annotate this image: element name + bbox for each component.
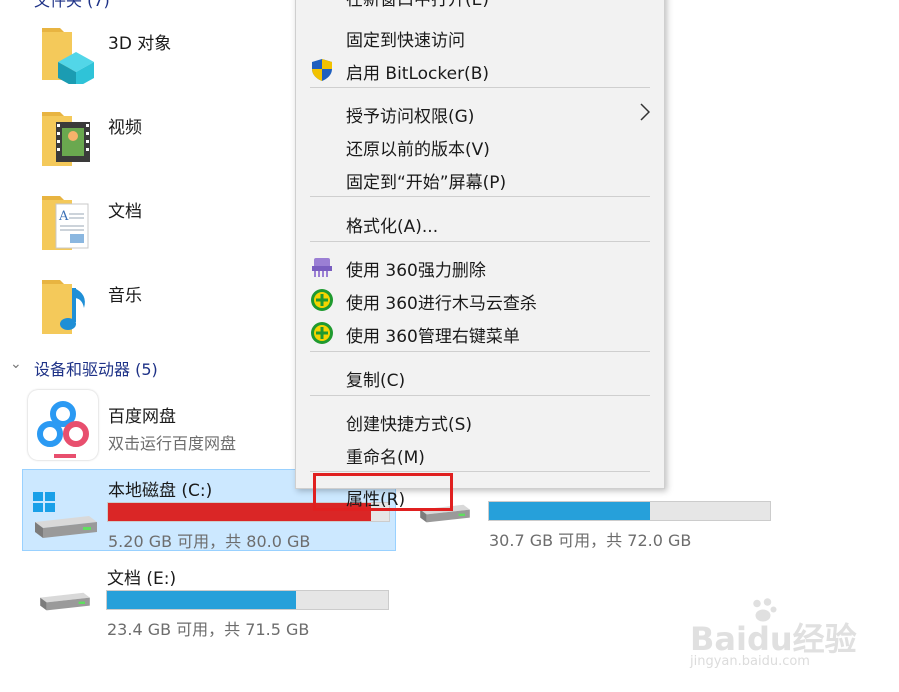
- svg-text:A: A: [58, 209, 69, 224]
- folder-name: 音乐: [108, 286, 142, 306]
- 360-plus-icon: [311, 289, 333, 311]
- chevron-right-icon: [640, 103, 650, 121]
- menu-item-360-shred[interactable]: 使用 360强力删除: [296, 251, 664, 281]
- menu-item-360-manage-menu[interactable]: 使用 360管理右键菜单: [296, 317, 664, 347]
- folder-name: 3D 对象: [108, 34, 172, 54]
- folder-name: 视频: [108, 118, 142, 138]
- menu-item-open-new-window[interactable]: 在新窗口中打开(E): [296, 0, 664, 21]
- menu-separator: [310, 395, 650, 396]
- drive-c-icon: [33, 492, 97, 538]
- devices-section-header[interactable]: ⌄ 设备和驱动器 (5): [10, 356, 260, 379]
- menu-item-format[interactable]: 格式化(A)...: [296, 207, 664, 237]
- drive-e-icon: [40, 592, 90, 611]
- shield-icon: [312, 59, 332, 81]
- menu-item-pin-start[interactable]: 固定到“开始”屏幕(P): [296, 163, 664, 193]
- drive-e-usage-fill: [107, 591, 297, 609]
- menu-item-360-trojan-scan[interactable]: 使用 360进行木马云查杀: [296, 284, 664, 314]
- music-folder-icon: [42, 280, 85, 334]
- menu-item-rename[interactable]: 重命名(M): [296, 438, 664, 468]
- menu-separator: [310, 87, 650, 88]
- menu-separator: [310, 241, 650, 242]
- drive-e-info: 23.4 GB 可用，共 71.5 GB: [107, 620, 310, 639]
- drive-c-name: 本地磁盘 (C:): [108, 481, 213, 501]
- highlight-box: [313, 473, 453, 511]
- baidu-jingyan-watermark: Baidu经验 jingyan.baidu.com: [680, 596, 880, 676]
- drive-e-usage-bar: [106, 590, 389, 610]
- menu-item-grant-access[interactable]: 授予访问权限(G): [296, 97, 664, 127]
- documents-folder-icon: A: [42, 196, 89, 250]
- menu-item-copy[interactable]: 复制(C): [296, 361, 664, 391]
- menu-separator: [310, 471, 650, 472]
- menu-item-create-shortcut[interactable]: 创建快捷方式(S): [296, 405, 664, 435]
- folder-item-documents[interactable]: A 文档: [38, 190, 288, 260]
- drive-e-item[interactable]: 文档 (E:) 23.4 GB 可用，共 71.5 GB: [22, 558, 396, 640]
- context-menu: 在新窗口中打开(E) 固定到快速访问 启用 BitLocker(B) 授予访问权…: [295, 0, 665, 510]
- baidu-netdisk-subtitle: 双击运行百度网盘: [108, 434, 237, 453]
- folder-item-3d-objects[interactable]: 3D 对象: [38, 22, 288, 92]
- menu-item-enable-bitlocker[interactable]: 启用 BitLocker(B): [296, 54, 664, 84]
- baidu-netdisk-icon: [28, 390, 98, 460]
- baidu-netdisk-title: 百度网盘: [108, 407, 176, 427]
- drive-e-name: 文档 (E:): [107, 569, 177, 589]
- folder-name: 文档: [108, 202, 142, 222]
- folders-section-header[interactable]: 文件夹 (7): [34, 0, 110, 11]
- drive-d-info: 30.7 GB 可用，共 72.0 GB: [489, 531, 692, 550]
- drive-c-info: 5.20 GB 可用，共 80.0 GB: [108, 532, 311, 551]
- menu-item-restore-previous[interactable]: 还原以前的版本(V): [296, 130, 664, 160]
- menu-separator: [310, 196, 650, 197]
- menu-separator: [310, 351, 650, 352]
- folder-item-videos[interactable]: 视频: [38, 106, 288, 176]
- folder-item-music[interactable]: 音乐: [38, 274, 288, 344]
- devices-header-label: 设备和驱动器 (5): [34, 360, 158, 379]
- 360-plus-icon: [311, 322, 333, 344]
- chevron-down-icon: ⌄: [10, 356, 22, 372]
- baidu-netdisk-item[interactable]: 百度网盘 双击运行百度网盘: [26, 390, 296, 460]
- 3d-objects-folder-icon: [42, 28, 94, 84]
- menu-item-pin-quick-access[interactable]: 固定到快速访问: [296, 21, 664, 51]
- watermark-url: jingyan.baidu.com: [690, 654, 810, 669]
- videos-folder-icon: [42, 112, 90, 166]
- 360-shredder-icon: [312, 258, 332, 277]
